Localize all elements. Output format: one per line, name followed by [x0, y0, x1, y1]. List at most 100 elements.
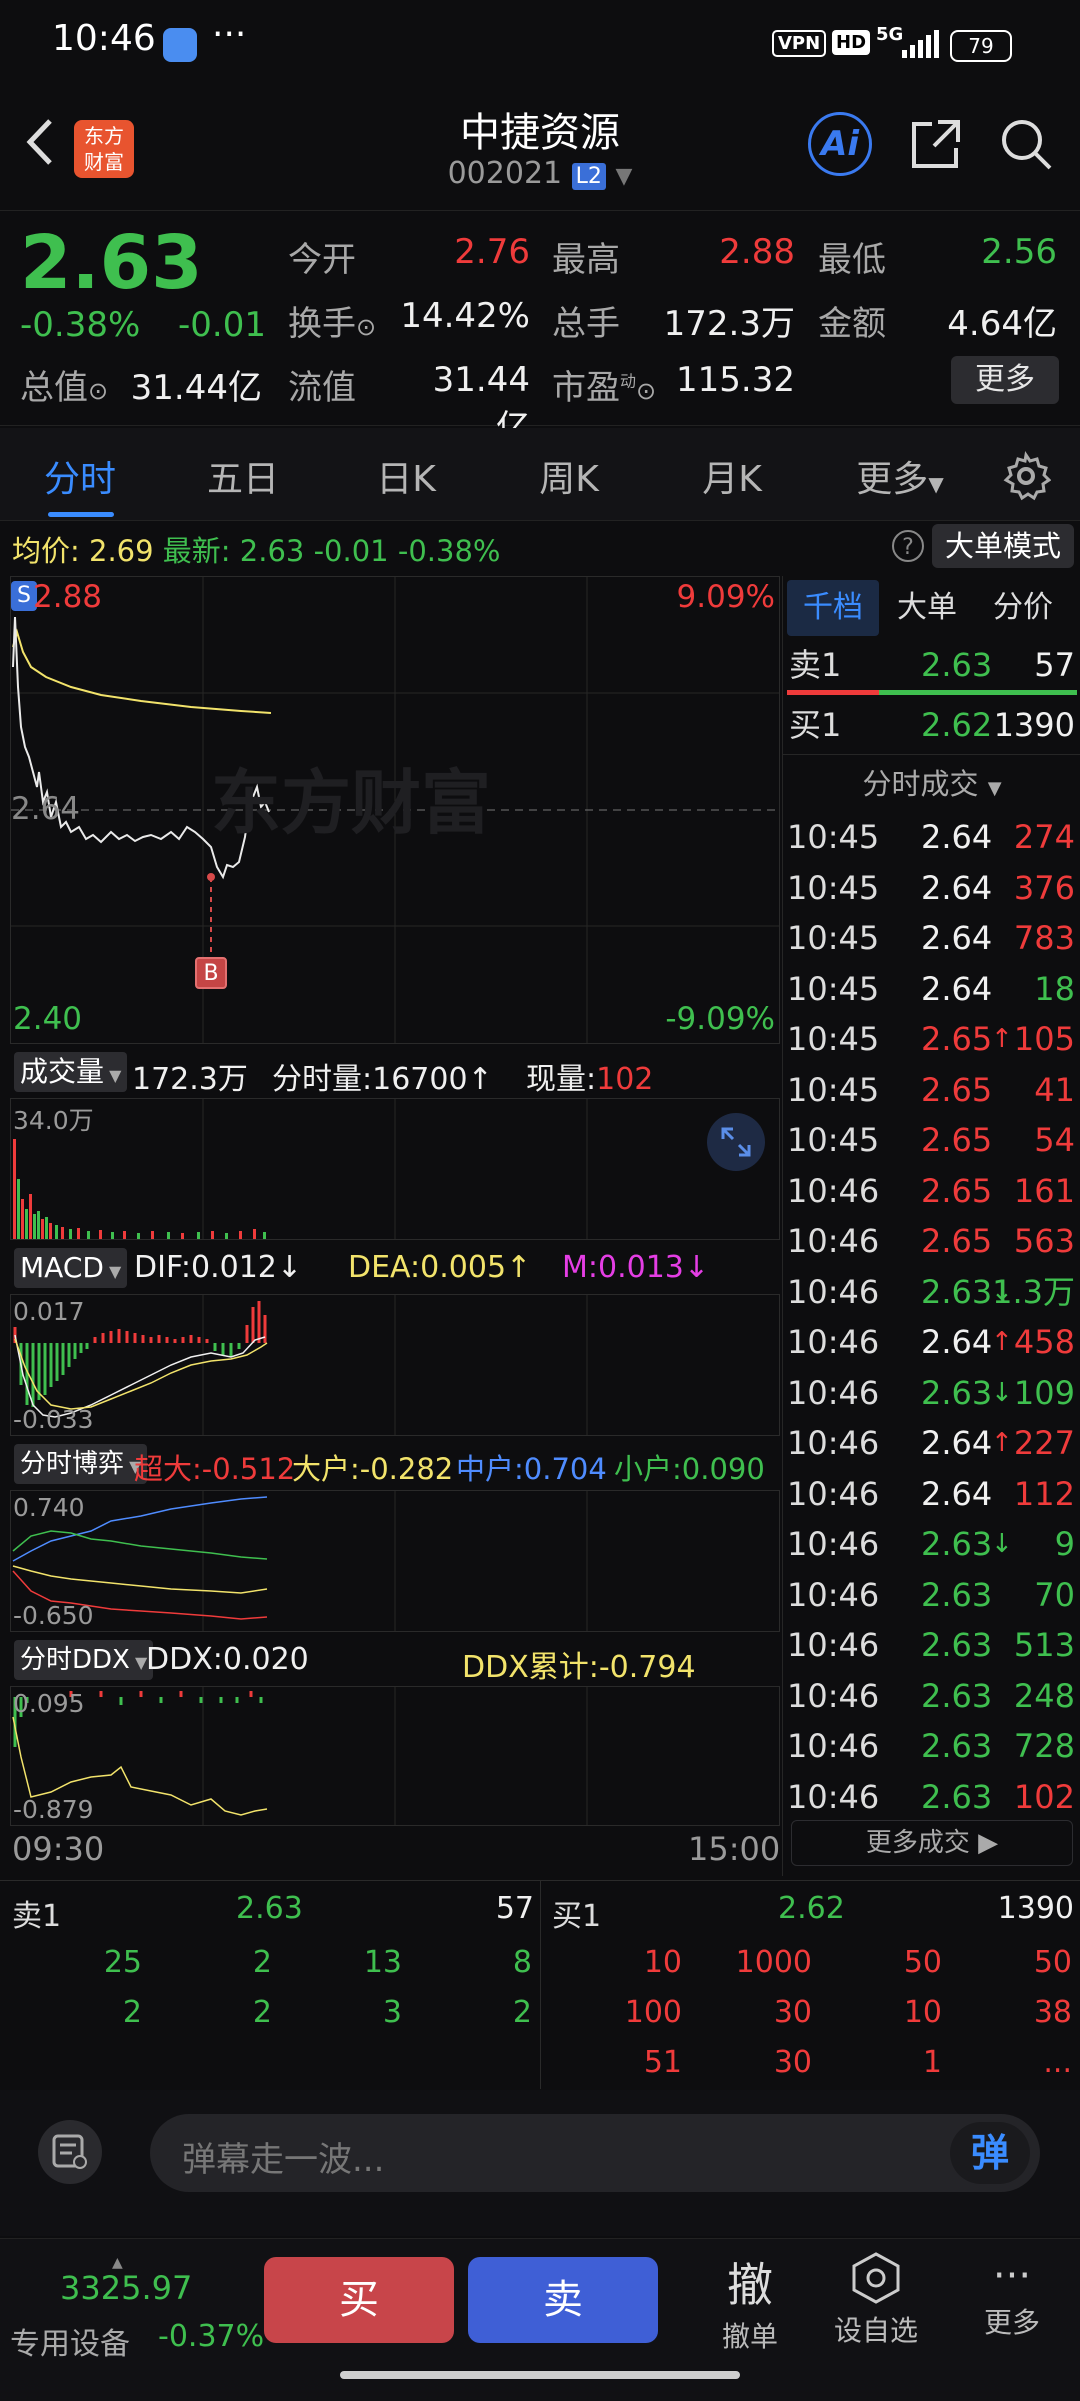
- volume-value: 172.3万: [663, 304, 795, 344]
- tick-volume: 728: [1013, 1727, 1075, 1765]
- tick-volume: 248: [1013, 1676, 1075, 1715]
- tab-weekly-k[interactable]: 周K: [509, 450, 629, 502]
- ob-queue-cell: 13: [363, 1945, 402, 1980]
- macd-chart[interactable]: 0.017 -0.033: [10, 1294, 780, 1436]
- ob-queue-cell: 100: [624, 1995, 682, 2030]
- volume-indicator-select[interactable]: 成交量 ▼: [14, 1052, 128, 1092]
- buy-ratio-bar: [879, 690, 1077, 695]
- ddx-select[interactable]: 分时DDX ▼: [14, 1640, 154, 1680]
- capital-game-select[interactable]: 分时博弈 ▼: [14, 1444, 148, 1484]
- sector-name[interactable]: 专用设备: [10, 2319, 130, 2363]
- low-label: 最低: [818, 240, 886, 280]
- cancel-order-button[interactable]: 撤 撤单: [690, 2249, 810, 2355]
- macd-indicator-select[interactable]: MACD ▼: [14, 1248, 128, 1288]
- large-value: 大户:-0.282: [292, 1452, 454, 1486]
- comment-bar: 弹幕走一波... 弹: [0, 2090, 1080, 2236]
- tick-time: 10:45: [787, 818, 880, 856]
- ddx-chart[interactable]: 0.095 -0.879: [10, 1686, 780, 1826]
- avg-price-line: [12, 628, 272, 714]
- tab-monthly-k[interactable]: 月K: [672, 450, 792, 502]
- change-percent: -0.38%: [20, 305, 141, 345]
- comment-input[interactable]: 弹幕走一波... 弹: [150, 2114, 1040, 2192]
- tick-price: 2.65: [921, 1222, 993, 1260]
- more-ticks-button[interactable]: 更多成交 ▶: [791, 1820, 1073, 1866]
- ob-queue-cell: 51: [643, 2045, 682, 2080]
- tab-intraday[interactable]: 分时: [20, 450, 140, 502]
- tick-volume: 105: [1013, 1020, 1075, 1058]
- expand-icon[interactable]: [707, 1113, 765, 1171]
- danmu-settings-icon[interactable]: [38, 2120, 102, 2184]
- volume-bars: [13, 1139, 266, 1239]
- sell-button[interactable]: 卖: [468, 2257, 658, 2343]
- ob-buy-price: 2.62: [778, 1891, 845, 1926]
- add-watchlist-button[interactable]: 设自选: [816, 2251, 936, 2349]
- ai-assistant-button[interactable]: Ai: [808, 112, 872, 176]
- ob-queue-cell: 1000: [735, 1945, 812, 1980]
- tick-time: 10:46: [787, 1626, 880, 1664]
- tick-volume: 112: [1013, 1474, 1075, 1513]
- tab-more[interactable]: 更多▼: [840, 450, 960, 502]
- trade-detail-panel: 千档 大单 分价 卖1 2.63 57 买1 2.62 1390 分时成交 ▼ …: [782, 576, 1080, 1876]
- more-quote-button[interactable]: 更多: [951, 356, 1059, 404]
- market-cap-label[interactable]: 总值⊙: [20, 360, 108, 409]
- settings-gear-icon[interactable]: [998, 448, 1054, 504]
- tick-row: 10:46 2.63 ↓ 9: [787, 1519, 1077, 1570]
- battery-indicator: 79: [950, 30, 1012, 62]
- tick-row: 10:46 2.63 70: [787, 1570, 1077, 1621]
- stock-name: 中捷资源: [460, 110, 620, 156]
- comment-placeholder: 弹幕走一波...: [182, 2140, 385, 2180]
- more-menu-button[interactable]: ··· 更多: [952, 2251, 1072, 2341]
- high-label: 最高: [552, 240, 620, 280]
- sell-ratio-bar: [787, 690, 879, 695]
- tick-volume: 41: [1034, 1070, 1075, 1109]
- tick-list-title[interactable]: 分时成交 ▼: [783, 756, 1080, 817]
- pe-label[interactable]: 市盈动⊙: [552, 360, 656, 409]
- stock-code-row[interactable]: 002021 L2 ▼: [340, 156, 740, 191]
- sector-change: -0.37%: [158, 2319, 265, 2354]
- buy-signal-badge[interactable]: B: [195, 957, 227, 989]
- tick-row: 10:46 2.64 ↑ 227: [787, 1418, 1077, 1469]
- tab-daily-k[interactable]: 日K: [346, 450, 466, 502]
- arrow-up-icon: ↑: [991, 1428, 1013, 1458]
- help-icon[interactable]: ?: [892, 530, 924, 562]
- clock: 10:46: [52, 18, 156, 59]
- price-chart-panel[interactable]: 东方财富 S 2.88 9.09% 2.64 2.40 -9.09% B: [10, 576, 780, 1044]
- ob-queue-cell: 2: [252, 1945, 272, 1980]
- hexagon-icon: [852, 2252, 900, 2304]
- macd-m: M:0.013↓: [562, 1250, 710, 1285]
- search-icon[interactable]: [996, 114, 1056, 174]
- index-value[interactable]: 3325.97: [60, 2269, 192, 2307]
- tick-volume: 18: [1034, 969, 1075, 1008]
- volume-chart[interactable]: 34.0万: [10, 1098, 780, 1240]
- volume-axis-max: 34.0万: [13, 1106, 94, 1135]
- tick-price: 2.63: [921, 1272, 993, 1311]
- tick-time: 10:46: [787, 1525, 880, 1563]
- level2-badge: L2: [571, 163, 606, 190]
- info-icon: ⊙: [636, 377, 657, 405]
- tick-volume: 513: [1013, 1626, 1075, 1664]
- danmu-toggle-button[interactable]: 弹: [950, 2122, 1030, 2184]
- price-low-label: 2.40: [13, 1001, 83, 1037]
- ob-queue-row: 2 2 3 2: [0, 1989, 540, 2039]
- watermark: 东方财富: [211, 762, 491, 844]
- tab-five-day[interactable]: 五日: [183, 450, 303, 502]
- share-icon[interactable]: [906, 114, 966, 174]
- quote-summary: 2.63 -0.38% -0.01 今开 2.76 最高 2.88 最低 2.5…: [0, 210, 1080, 448]
- tick-time: 10:46: [787, 1575, 880, 1614]
- tick-volume: 783: [1013, 919, 1075, 957]
- tick-price: 2.63: [921, 1373, 993, 1412]
- tab-thousand-level[interactable]: 千档: [787, 580, 879, 636]
- tick-time: 10:45: [787, 868, 880, 907]
- back-button[interactable]: [14, 112, 64, 172]
- buy-button[interactable]: 买: [264, 2257, 454, 2343]
- tick-time: 10:46: [787, 1222, 880, 1260]
- tick-time: 10:45: [787, 919, 880, 957]
- ob-buy-queue: 10 1000 50 50 100 30 10 38 51 30 1...: [540, 1939, 1080, 2089]
- capital-game-chart[interactable]: 0.740 -0.650: [10, 1490, 780, 1632]
- turnover-label[interactable]: 换手⊙: [288, 296, 376, 345]
- cancel-icon: 撤: [727, 2258, 773, 2312]
- tab-price-distribution[interactable]: 分价: [977, 580, 1069, 636]
- tab-big-orders[interactable]: 大单: [881, 580, 973, 636]
- more-dots-icon: ···: [992, 2253, 1032, 2299]
- big-order-mode-button[interactable]: 大单模式: [932, 524, 1074, 568]
